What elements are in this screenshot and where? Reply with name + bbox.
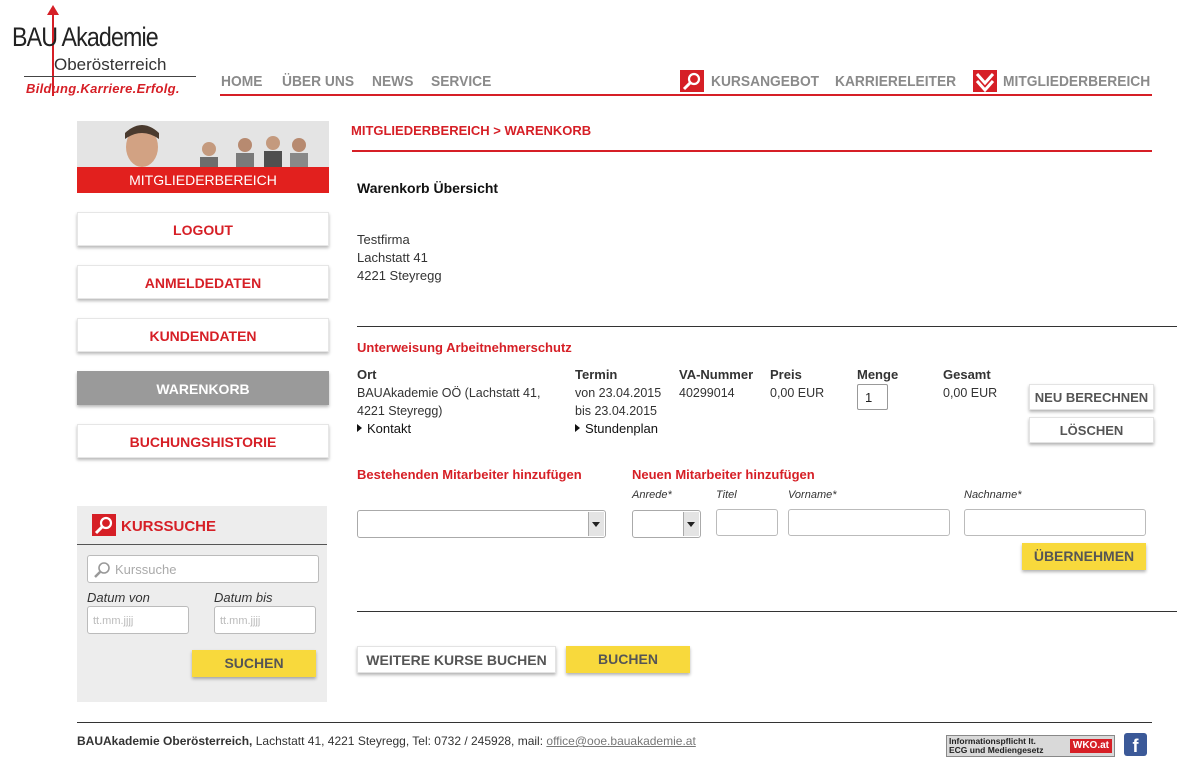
lastname-input[interactable]	[964, 509, 1146, 536]
sidebar-item-customer-data[interactable]: KUNDENDATEN	[77, 318, 329, 352]
address-street: Lachstatt 41	[357, 250, 428, 265]
chevron-down-icon	[588, 512, 604, 536]
sidebar-item-logout[interactable]: LOGOUT	[77, 212, 329, 246]
title-label: Titel	[716, 489, 737, 501]
course-date-from: von 23.04.2015	[575, 386, 662, 400]
address-company: Testfirma	[357, 232, 410, 247]
course-location-line2: 4221 Steyregg)	[357, 404, 443, 418]
book-button[interactable]: BUCHEN	[566, 646, 690, 673]
nav-career[interactable]: KARRIERELEITER	[835, 73, 956, 90]
contact-link[interactable]: Kontakt	[357, 421, 411, 436]
sidebar-item-login-data[interactable]: ANMELDEDATEN	[77, 265, 329, 299]
course-va-number: 40299014	[679, 386, 735, 400]
course-total: 0,00 EUR	[943, 386, 998, 400]
sidebar-item-booking-history[interactable]: BUCHUNGSHISTORIE	[77, 424, 329, 458]
firstname-label: Vorname*	[788, 489, 837, 501]
course-search-placeholder: Kurssuche	[115, 562, 177, 577]
existing-employee-select[interactable]	[357, 510, 606, 538]
search-icon	[92, 514, 116, 536]
delete-button[interactable]: LÖSCHEN	[1029, 417, 1154, 443]
logo-subtitle: Oberösterreich	[54, 55, 167, 74]
wko-line2: ECG und Mediengesetz	[949, 745, 1044, 755]
members-arrow-icon[interactable]	[973, 70, 997, 93]
nav-members[interactable]: MITGLIEDERBEREICH	[1003, 73, 1150, 90]
col-header-termin: Termin	[575, 367, 618, 382]
wko-logo: WKO.at	[1069, 739, 1112, 753]
footer-mail-link[interactable]: office@ooe.bauakademie.at	[546, 734, 695, 748]
title-input[interactable]	[716, 509, 778, 536]
course-name: Unterweisung Arbeitnehmerschutz	[357, 340, 572, 355]
address-city: 4221 Steyregg	[357, 268, 442, 283]
col-header-gesamt: Gesamt	[943, 367, 991, 382]
sidebar-item-cart[interactable]: WARENKORB	[77, 371, 329, 405]
course-search-divider	[77, 544, 327, 545]
page-title: Warenkorb Übersicht	[357, 180, 499, 196]
section-divider	[357, 326, 1177, 327]
recalculate-button[interactable]: NEU BERECHNEN	[1029, 384, 1154, 410]
breadcrumb-underline	[352, 150, 1152, 152]
existing-employee-title: Bestehenden Mitarbeiter hinzufügen	[357, 467, 582, 482]
search-button[interactable]: SUCHEN	[192, 650, 316, 677]
search-icon[interactable]	[680, 70, 704, 92]
wko-info-badge[interactable]: Informationspflicht lt. ECG und Medienge…	[946, 735, 1115, 757]
col-header-va: VA-Nummer	[679, 367, 754, 382]
quantity-input[interactable]: 1	[857, 384, 888, 410]
logo-divider	[24, 76, 196, 77]
nav-underline	[220, 94, 1152, 96]
col-header-ort: Ort	[357, 367, 377, 382]
wko-text: Informationspflicht lt. ECG und Medienge…	[949, 737, 1043, 755]
course-search-title: KURSSUCHE	[121, 518, 217, 535]
nav-about[interactable]: ÜBER UNS	[282, 73, 354, 90]
col-header-menge: Menge	[857, 367, 899, 382]
salutation-label: Anrede*	[632, 489, 672, 501]
nav-home[interactable]: HOME	[221, 73, 262, 90]
course-price: 0,00 EUR	[770, 386, 825, 400]
course-location: BAUAkademie OÖ (Lachstatt 41, 4221 Steyr…	[357, 384, 540, 420]
logo-text[interactable]: BAU Akademie	[12, 22, 159, 53]
course-search-input[interactable]: Kurssuche	[87, 555, 319, 583]
logo-claim: Bildung.Karriere.Erfolg.	[26, 81, 180, 96]
customer-address: Testfirma Lachstatt 41 4221 Steyregg	[357, 231, 442, 285]
facebook-icon[interactable]: f	[1124, 733, 1147, 756]
footer-divider	[77, 722, 1152, 723]
breadcrumb: MITGLIEDERBEREICH > WARENKORB	[351, 123, 592, 138]
chevron-down-icon	[683, 512, 699, 536]
magnifier-icon	[94, 562, 110, 578]
footer-details: Lachstatt 41, 4221 Steyregg, Tel: 0732 /…	[252, 734, 547, 748]
footer-org: BAUAkademie Oberösterreich,	[77, 734, 253, 748]
course-date-to: bis 23.04.2015	[575, 404, 658, 418]
date-from-input[interactable]: tt.mm.jjjj	[87, 606, 189, 634]
apply-employee-button[interactable]: ÜBERNEHMEN	[1022, 543, 1146, 570]
members-hero-label: MITGLIEDERBEREICH	[77, 167, 329, 193]
new-employee-title: Neuen Mitarbeiter hinzufügen	[632, 467, 815, 482]
footer-contact: BAUAkademie Oberösterreich, Lachstatt 41…	[77, 734, 696, 748]
nav-news[interactable]: NEWS	[372, 73, 413, 90]
salutation-select[interactable]	[632, 510, 701, 538]
more-courses-button[interactable]: WEITERE KURSE BUCHEN	[357, 646, 556, 673]
nav-courses[interactable]: KURSANGEBOT	[711, 73, 819, 90]
section-divider	[357, 611, 1177, 612]
col-header-preis: Preis	[770, 367, 802, 382]
date-to-label: Datum bis	[214, 590, 273, 605]
course-location-line1: BAUAkademie OÖ (Lachstatt 41,	[357, 386, 541, 400]
firstname-input[interactable]	[788, 509, 950, 536]
schedule-link[interactable]: Stundenplan	[575, 421, 658, 436]
lastname-label: Nachname*	[964, 489, 1022, 501]
course-date: von 23.04.2015 bis 23.04.2015	[575, 384, 661, 420]
date-to-input[interactable]: tt.mm.jjjj	[214, 606, 316, 634]
nav-service[interactable]: SERVICE	[431, 73, 491, 90]
date-from-label: Datum von	[87, 590, 150, 605]
